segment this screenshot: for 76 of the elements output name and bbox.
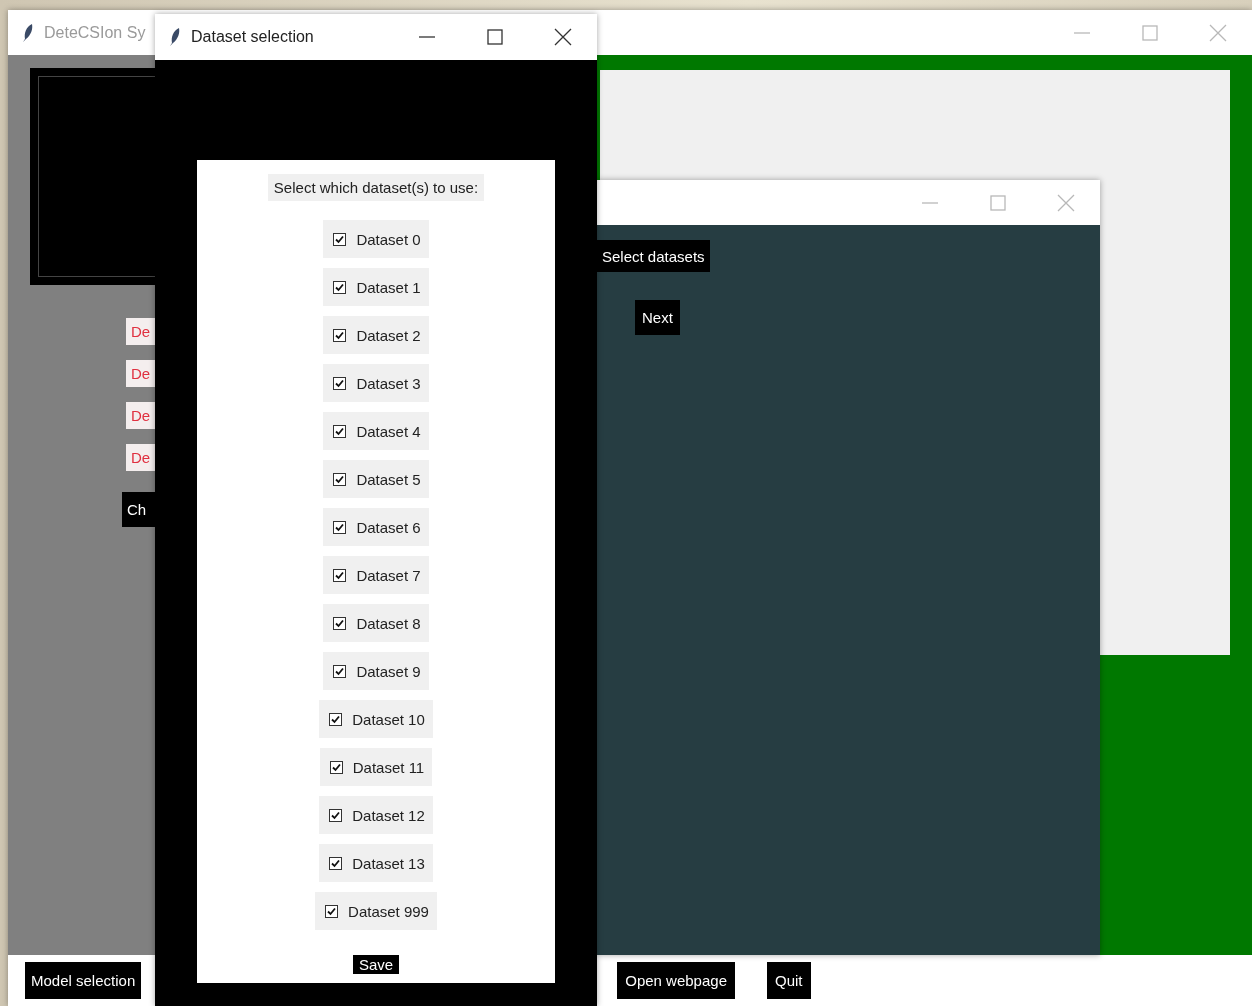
checkbox[interactable]	[333, 568, 347, 582]
checkbox[interactable]	[329, 856, 343, 870]
checkmark-icon	[335, 618, 345, 628]
dataset-label: Dataset 11	[352, 758, 425, 776]
save-button[interactable]: Save	[352, 955, 400, 974]
checkbox[interactable]	[333, 424, 347, 438]
checkbox[interactable]	[329, 808, 343, 822]
dataset-label: Dataset 13	[352, 854, 425, 872]
action-button[interactable]: Quit	[767, 962, 811, 999]
dataset-label: Dataset 4	[356, 422, 421, 440]
prompt-label: Select which dataset(s) to use:	[267, 174, 485, 201]
dataset-checkbox[interactable]: Dataset 8	[323, 604, 429, 642]
checkbox[interactable]	[333, 616, 347, 630]
checkmark-icon	[335, 474, 345, 484]
checkbox[interactable]	[333, 664, 347, 678]
label-button[interactable]: De	[126, 360, 155, 387]
checkbox[interactable]	[333, 328, 347, 342]
checkmark-icon	[335, 378, 345, 388]
checkbox[interactable]	[333, 280, 347, 294]
dataset-label: Dataset 10	[352, 710, 425, 728]
checkmark-icon	[335, 666, 345, 676]
checkmark-icon	[335, 522, 345, 532]
dataset-label: Dataset 6	[356, 518, 421, 536]
checkmark-icon	[331, 858, 341, 868]
window-title: DeteCSIon Sy	[44, 23, 146, 42]
dataset-checkbox[interactable]: Dataset 2	[323, 316, 429, 354]
feather-icon	[169, 27, 181, 47]
dataset-label: Dataset 999	[348, 902, 429, 920]
checkmark-icon	[331, 810, 341, 820]
dataset-checkbox[interactable]: Dataset 9	[323, 652, 429, 690]
dataset-checkbox[interactable]: Dataset 1	[323, 268, 429, 306]
feather-icon	[22, 22, 34, 43]
dataset-label: Dataset 5	[356, 470, 421, 488]
dataset-checkbox[interactable]: Dataset 0	[323, 220, 429, 258]
checkmark-icon	[335, 282, 345, 292]
dataset-label: Dataset 3	[356, 374, 421, 392]
action-button[interactable]: Next	[635, 300, 680, 335]
dataset-checkbox[interactable]: Dataset 999	[315, 892, 437, 930]
checkmark-icon	[327, 906, 337, 916]
action-button[interactable]: Select datasets	[597, 240, 710, 272]
dataset-label: Dataset 0	[356, 230, 421, 248]
dataset-checkbox[interactable]: Dataset 12	[319, 796, 433, 834]
action-button[interactable]: Model selection	[25, 962, 142, 999]
checkbox[interactable]	[329, 760, 343, 774]
dataset-label: Dataset 7	[356, 566, 421, 584]
checkbox[interactable]	[329, 712, 343, 726]
label-button[interactable]: De	[126, 402, 155, 429]
dataset-checkbox[interactable]: Dataset 7	[323, 556, 429, 594]
dataset-checkbox[interactable]: Dataset 6	[323, 508, 429, 546]
checkmark-icon	[335, 330, 345, 340]
checkbox[interactable]	[333, 520, 347, 534]
dataset-checkbox[interactable]: Dataset 13	[319, 844, 433, 882]
dataset-label: Dataset 1	[356, 278, 421, 296]
label-button[interactable]: De	[126, 318, 155, 345]
checkmark-icon	[335, 234, 345, 244]
dataset-label: Dataset 2	[356, 326, 421, 344]
dataset-checkbox[interactable]: Dataset 11	[319, 748, 433, 786]
dataset-checkbox[interactable]: Dataset 3	[323, 364, 429, 402]
dataset-label: Dataset 12	[352, 806, 425, 824]
action-button[interactable]: Ch	[122, 492, 155, 527]
dataset-checkbox[interactable]: Dataset 4	[323, 412, 429, 450]
action-button[interactable]: Open webpage	[617, 962, 735, 999]
checkmark-icon	[335, 570, 345, 580]
checkmark-icon	[331, 762, 341, 772]
checkbox[interactable]	[325, 904, 339, 918]
dataset-label: Dataset 8	[356, 614, 421, 632]
label-button[interactable]: De	[126, 444, 155, 471]
checkbox[interactable]	[333, 376, 347, 390]
window-title: Dataset selection	[191, 28, 314, 46]
dataset-checkbox[interactable]: Dataset 5	[323, 460, 429, 498]
checkmark-icon	[331, 714, 341, 724]
checkbox[interactable]	[333, 232, 347, 246]
checkbox[interactable]	[333, 472, 347, 486]
dataset-label: Dataset 9	[356, 662, 421, 680]
dataset-checkbox[interactable]: Dataset 10	[319, 700, 433, 738]
checkmark-icon	[335, 426, 345, 436]
